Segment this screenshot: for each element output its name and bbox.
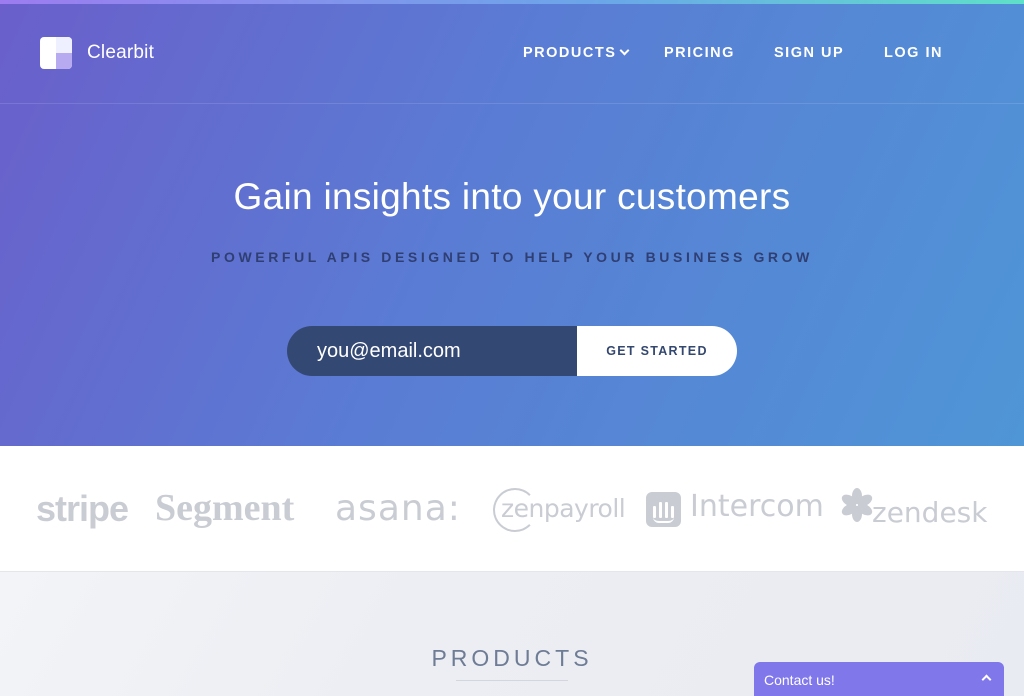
chevron-up-icon[interactable]	[981, 674, 992, 685]
stripe-logo: stripe	[36, 488, 129, 529]
intercom-logo: Intercom	[646, 489, 824, 528]
hero-title: Gain insights into your customers	[233, 176, 791, 217]
zenpayroll-logo: zenpayroll	[493, 486, 626, 532]
chat-widget-label: Contact us!	[764, 672, 835, 688]
clearbit-logo-icon[interactable]	[40, 37, 72, 69]
zendesk-flower-icon	[839, 488, 875, 522]
nav-item-log-in[interactable]: LOG IN	[884, 45, 943, 61]
nav-item-sign-up[interactable]: SIGN UP	[774, 45, 844, 61]
nav-item-pricing[interactable]: PRICING	[664, 45, 735, 61]
contact-chat-widget[interactable]: Contact us!	[754, 662, 1004, 696]
intercom-logo-text: Intercom	[690, 489, 824, 524]
nav-item-label: PRODUCTS	[523, 45, 617, 61]
signup-form: GET STARTED	[287, 326, 737, 376]
products-heading-underline	[456, 680, 568, 681]
hero-subtitle: POWERFUL APIS DESIGNED TO HELP YOUR BUSI…	[211, 249, 813, 265]
segment-logo: Segment	[155, 487, 295, 529]
brand-name[interactable]: Clearbit	[87, 42, 154, 64]
chevron-down-icon	[619, 45, 630, 56]
zenpayroll-logo-text: zenpayroll	[501, 494, 626, 523]
nav-item-products[interactable]: PRODUCTS	[523, 45, 630, 61]
get-started-button[interactable]: GET STARTED	[577, 326, 737, 376]
email-input[interactable]	[287, 326, 577, 376]
asana-logo: asana:	[335, 488, 461, 529]
zendesk-logo-text: zendesk	[872, 496, 988, 529]
intercom-chat-icon	[646, 492, 681, 527]
top-navbar: Clearbit PRODUCTS PRICING SIGN UP LOG IN	[0, 4, 1024, 104]
customer-logos-band: stripe Segment asana: zenpayroll Interco…	[0, 446, 1024, 572]
zendesk-logo: zendesk	[839, 488, 1000, 532]
